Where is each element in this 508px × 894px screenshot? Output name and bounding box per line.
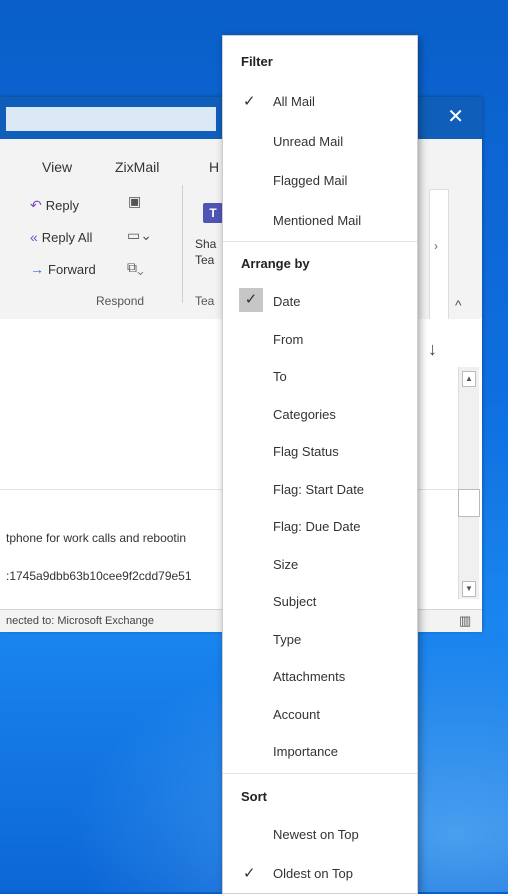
menu-item-attachments[interactable]: Attachments — [223, 658, 417, 694]
menu-item-flag-start-date[interactable]: Flag: Start Date — [223, 471, 417, 507]
menu-item-flagged-mail[interactable]: Flagged Mail — [223, 162, 417, 198]
sort-direction-icon[interactable]: ↓ — [428, 339, 437, 360]
check-icon: ✓ — [243, 865, 256, 882]
teams-group-label: Tea — [195, 294, 215, 308]
connection-status: nected to: Microsoft Exchange — [6, 615, 154, 627]
menu-item-label: Newest on Top — [273, 827, 359, 842]
group-divider — [182, 185, 183, 303]
menu-item-newest-on-top[interactable]: Newest on Top — [223, 816, 417, 852]
menu-item-from[interactable]: From — [223, 321, 417, 357]
menu-item-label: Mentioned Mail — [273, 212, 362, 228]
reply-icon: ↶ — [30, 197, 42, 213]
menu-item-label: Categories — [273, 406, 336, 422]
close-icon[interactable]: ✕ — [447, 106, 464, 128]
im-reply-icon[interactable]: ▭⌄ — [127, 227, 152, 244]
menu-item-label: Flag: Due Date — [273, 519, 361, 534]
respond-group-label: Respond — [96, 294, 145, 308]
menu-item-date[interactable]: ✓ Date — [223, 283, 417, 319]
forward-label: Forward — [48, 261, 96, 277]
reply-all-icon: « — [30, 229, 38, 245]
reply-all-button[interactable]: « Reply All — [30, 229, 92, 245]
menu-item-all-mail[interactable]: ✓ All Mail — [223, 83, 417, 119]
message-preview-line[interactable]: tphone for work calls and rebootin — [6, 531, 186, 545]
tab-view[interactable]: View — [42, 159, 72, 175]
menu-item-flag-due-date[interactable]: Flag: Due Date — [223, 508, 417, 544]
filter-arrange-menu: Filter ✓ All Mail Unread Mail Flagged Mail M… — [222, 35, 418, 894]
more-respond-icon[interactable]: ⧉⌄ — [127, 259, 144, 276]
menu-item-label: Attachments — [273, 669, 346, 684]
menu-item-unread-mail[interactable]: Unread Mail — [223, 123, 417, 159]
share-teams-label-1[interactable]: Sha — [195, 237, 216, 251]
teams-icon[interactable]: T — [203, 203, 223, 223]
menu-separator — [223, 241, 417, 242]
menu-item-account[interactable]: Account — [223, 696, 417, 732]
arrange-by-header: Arrange by — [241, 256, 310, 271]
check-icon: ✓ — [243, 93, 256, 110]
collapse-ribbon-icon[interactable]: ^ — [455, 297, 462, 313]
menu-item-label: Flagged Mail — [273, 173, 348, 188]
tab-zixmail[interactable]: ZixMail — [115, 159, 159, 175]
reply-button[interactable]: ↶ Reply — [30, 197, 79, 214]
check-icon: ✓ — [239, 288, 263, 312]
sort-header: Sort — [241, 789, 267, 804]
title-search-box[interactable] — [6, 107, 216, 131]
menu-item-label: From — [273, 331, 304, 347]
menu-item-importance[interactable]: Importance — [223, 733, 417, 769]
menu-item-label: Importance — [273, 744, 339, 759]
meeting-icon[interactable]: ▣ — [128, 193, 141, 210]
menu-item-label: Oldest on Top — [273, 866, 353, 881]
reply-all-label: Reply All — [41, 229, 93, 245]
menu-item-label: Flag: Start Date — [273, 481, 365, 497]
forward-button[interactable]: → Forward — [30, 261, 96, 277]
ribbon-overflow-panel — [429, 189, 449, 321]
reply-label: Reply — [45, 198, 79, 213]
menu-item-label: Account — [273, 706, 320, 722]
scroll-down-icon[interactable]: ▼ — [462, 581, 476, 597]
forward-icon: → — [30, 261, 44, 277]
menu-item-label: Type — [273, 631, 302, 647]
share-teams-label-2[interactable]: Tea — [195, 253, 214, 267]
menu-item-label: To — [273, 369, 287, 384]
tab-home[interactable]: H — [209, 159, 219, 175]
menu-item-label: Subject — [273, 594, 317, 609]
menu-item-oldest-on-top[interactable]: ✓ Oldest on Top — [223, 855, 417, 891]
reading-view-icon[interactable]: ▥ — [459, 613, 471, 629]
scrollbar[interactable] — [458, 367, 479, 599]
menu-item-to[interactable]: To — [223, 358, 417, 394]
scroll-thumb[interactable] — [458, 489, 480, 517]
filter-header: Filter — [241, 54, 273, 69]
message-id-line: :1745a9dbb63b10cee9f2cdd79e51 — [6, 569, 192, 583]
menu-item-size[interactable]: Size — [223, 546, 417, 582]
menu-item-label: Date — [273, 294, 301, 309]
menu-item-mentioned-mail[interactable]: Mentioned Mail — [223, 202, 417, 238]
scroll-up-icon[interactable]: ▲ — [462, 371, 476, 387]
menu-item-subject[interactable]: Subject — [223, 583, 417, 619]
menu-item-label: Flag Status — [273, 444, 339, 459]
menu-item-label: Size — [273, 556, 299, 572]
menu-item-type[interactable]: Type — [223, 621, 417, 657]
ribbon-more-icon[interactable]: › — [434, 239, 438, 253]
menu-separator — [223, 773, 417, 774]
menu-item-categories[interactable]: Categories — [223, 396, 417, 432]
menu-item-label: Unread Mail — [273, 133, 344, 149]
menu-item-flag-status[interactable]: Flag Status — [223, 433, 417, 469]
menu-item-label: All Mail — [273, 94, 315, 109]
